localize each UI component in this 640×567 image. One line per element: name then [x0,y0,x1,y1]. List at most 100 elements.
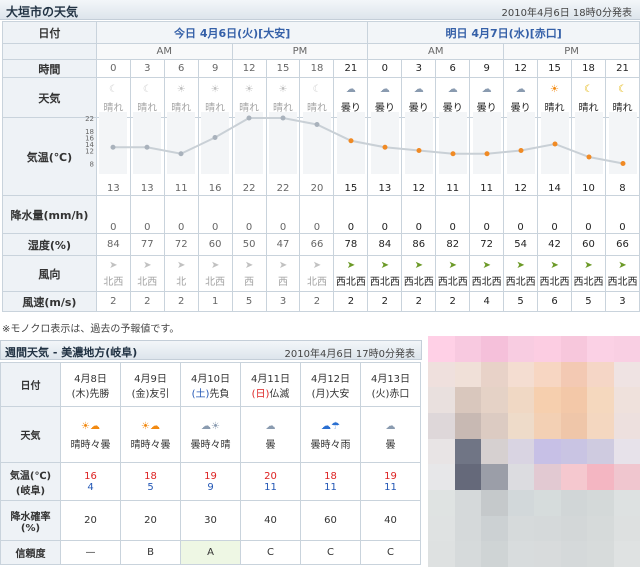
mosaic-tile [507,387,534,413]
cell-precip: 0 [231,195,267,234]
weekly-weather-text: 曇 [265,440,276,451]
precip-value: 0 [110,222,117,233]
mosaic-tile [454,361,481,388]
temp-value: 22 [276,183,290,194]
mosaic-tile [587,336,614,362]
cell-precip: 0 [401,195,437,234]
wind-cell: ➤ 北西 [300,259,333,288]
weekly-dow-line: (木)先勝 [61,385,120,400]
mosaic-tile [587,361,614,388]
mosaic-tile [454,336,481,362]
weekly-row-rel: 信頼度 — B A C C C [0,540,421,565]
precip-value: 0 [144,222,151,233]
mosaic-tile [587,387,614,413]
mosaic-tile [454,412,481,439]
cell-precip: 0 [435,195,471,234]
weekly-cell-pop: 40 [360,500,421,541]
cloud-icon: ☁ [413,84,424,95]
cell-ws: 3 [265,291,301,312]
weekly-dow-line: (金)友引 [121,385,180,400]
mosaic-tile [560,438,587,465]
wind-cell: ➤ 西北西 [470,259,503,288]
weekly-pop: 40 [264,515,277,526]
wind-speed-value: 2 [415,296,422,307]
temp-value: 11 [446,183,460,194]
humidity-value: 42 [548,239,561,250]
weekly-cell-temp: 18 5 [120,462,181,501]
wind-dir-text: 西北西 [335,277,366,288]
cloud-sun-icon: ☁☀ [201,421,220,432]
cell-time: 3 [401,59,437,78]
weekly-rokuyo: 赤口 [389,388,410,400]
weekly-rokuyo: 先負 [209,388,230,400]
row-ws: 風速(m/s) 2 2 2 1 5 3 2 2 2 2 2 4 5 6 5 3 [2,291,640,312]
weekly-cell-rel: B [120,540,181,565]
weather-cell: ☁ 曇り [368,81,401,114]
weekly-low-temp: 9 [207,481,214,493]
precip-value: 0 [483,222,490,233]
cell-wind: ➤ 西北西 [503,255,539,292]
mosaic-tile [560,515,587,542]
weekly-high-temp: 18 [324,470,337,482]
humidity-value: 47 [276,239,290,250]
mosaic-tile [481,464,508,490]
cell-hum: 77 [129,233,165,256]
weekly-cell-date: 4月11日 (日)仏滅 [240,362,301,407]
wind-dir-text: 北西 [205,277,226,288]
cell-wind: ➤ 北 [163,255,199,292]
temp-column-bg [405,112,433,174]
sun-icon: ☀ [244,84,254,95]
mosaic-tile [428,361,455,388]
weather-cell: ☾ 晴れ [606,81,639,114]
cell-time: 3 [129,59,165,78]
temp-value: 12 [514,183,527,194]
cloud-icon: ☁ [515,84,526,95]
temp-value: 10 [582,183,595,194]
cell-time: 18 [299,59,335,78]
sun-icon: ☀ [278,84,288,95]
row-label-text: 気温(℃) [26,150,73,164]
sun-icon: ☀ [210,84,220,95]
weekly-date: 4月9日 [134,373,167,385]
label-text: 天気 [20,431,41,442]
cell-hum: 82 [435,233,471,256]
mosaic-tile [534,489,561,516]
cell-time: 15 [537,59,572,78]
cell-time: 21 [333,59,369,78]
weekly-label-pop: 降水確率 (%) [0,500,61,541]
label-text: 気温(℃) [9,470,52,482]
cell-wind: ➤ 西北西 [469,255,505,292]
weekly-cell-temp: 18 11 [300,462,361,501]
mosaic-tile [428,541,455,567]
weekly-low-temp: 5 [147,481,154,493]
pixelated-advertisement-image [428,336,640,567]
weekly-high-temp: 20 [264,470,277,482]
sun-cloud-icon: ☀☁ [141,421,160,432]
cell-precip: 0 [537,195,572,234]
mosaic-tile [587,541,614,567]
mosaic-tile [560,541,587,567]
weather-cell: ☁ 曇り [470,81,503,114]
weekly-cell-weather: ☁☀ 曇時々晴 [180,406,241,463]
weather-cell: ☾ 晴れ [572,81,605,114]
wind-arrow-icon: ➤ [618,260,627,271]
cell-time: 0 [95,59,131,78]
weekly-title: 週間天気 - 美濃地方(岐阜) [5,346,138,359]
wind-cell: ➤ 西北西 [436,259,469,288]
temp-point [450,151,456,157]
wind-speed-value: 5 [245,296,253,307]
wind-arrow-icon: ➤ [380,260,390,271]
weekly-high-temp: 16 [84,470,97,482]
wind-speed-value: 2 [178,296,185,307]
cell-hum: 72 [469,233,505,256]
mosaic-tile [428,489,455,516]
mosaic-tile [507,412,534,439]
weekly-low-temp: 11 [384,481,397,493]
row-label-text: 時間 [38,62,61,76]
wind-arrow-icon: ➤ [109,260,118,271]
wind-dir-text: 西北西 [573,277,604,288]
hour-label: 6 [449,63,456,74]
weekly-reliability: A [207,547,214,558]
wind-dir-text: 西北西 [607,277,638,288]
wind-dir-text: 北西 [306,277,327,288]
